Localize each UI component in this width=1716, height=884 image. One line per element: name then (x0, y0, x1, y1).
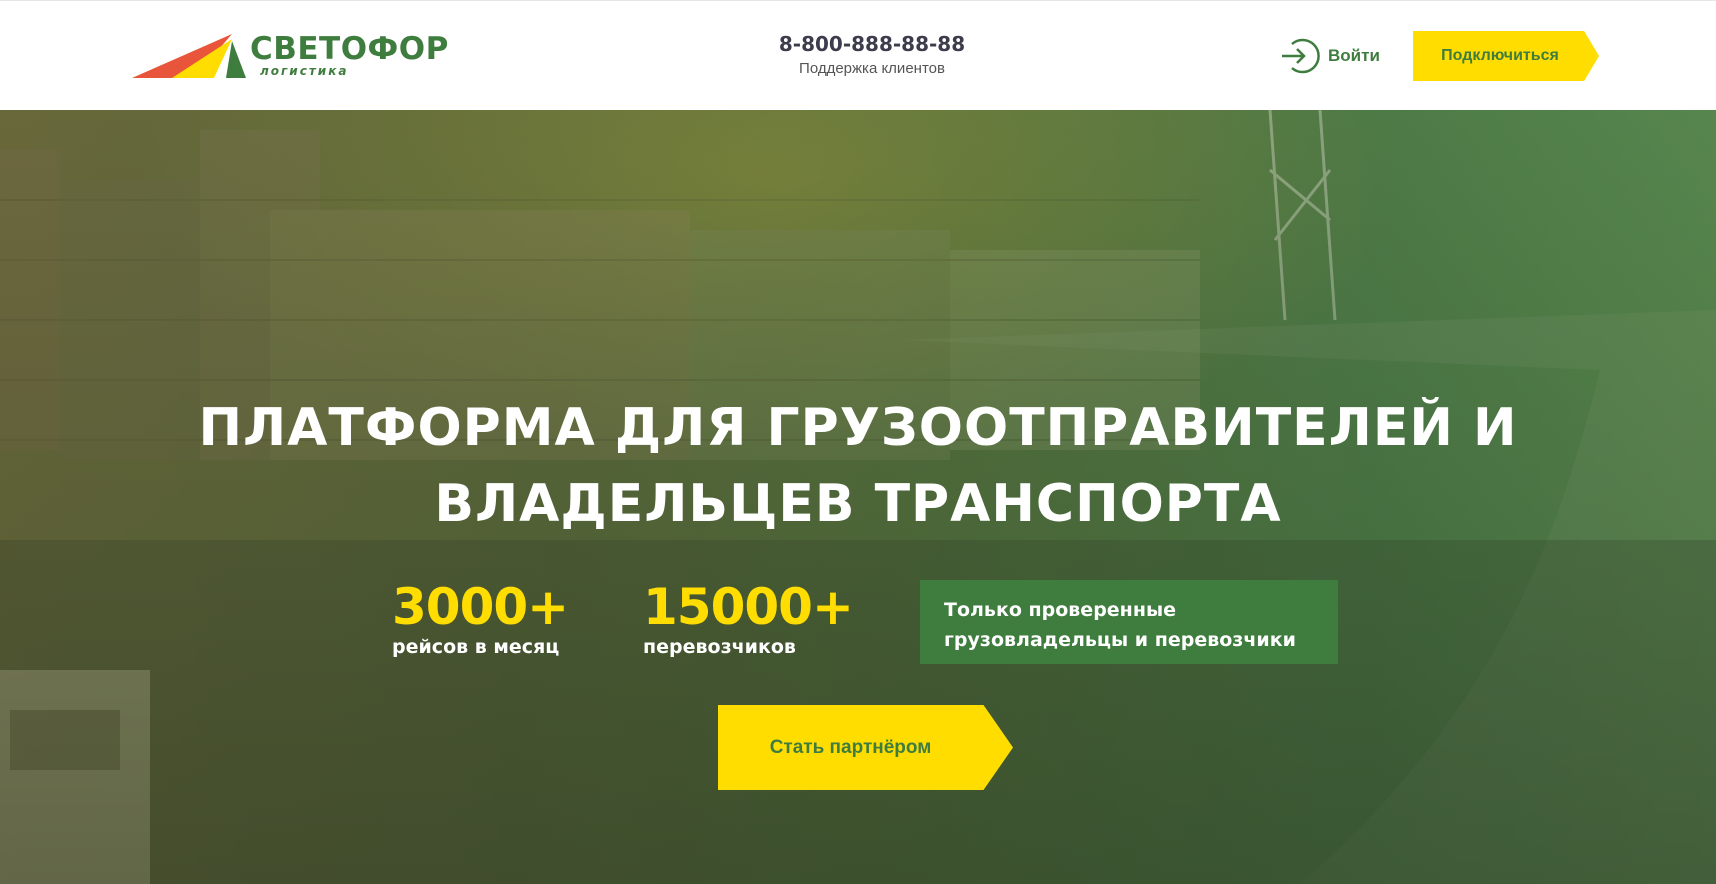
logo-subtitle: логистика (260, 64, 349, 78)
logo[interactable]: СВЕТОФОР логистика (132, 31, 472, 81)
hero-title-line-2: ВЛАДЕЛЬЦЕВ ТРАНСПОРТА (434, 474, 1282, 534)
hero-title: ПЛАТФОРМА ДЛЯ ГРУЗООТПРАВИТЕЛЕЙ И ВЛАДЕЛ… (0, 390, 1716, 542)
hero-section: ПЛАТФОРМА ДЛЯ ГРУЗООТПРАВИТЕЛЕЙ И ВЛАДЕЛ… (0, 110, 1716, 884)
stat-carriers-value: 15000+ (643, 578, 854, 636)
stat-trips-label: рейсов в месяц (392, 636, 560, 658)
support-label: Поддержка клиентов (799, 60, 945, 77)
stat-carriers-label: перевозчиков (643, 636, 796, 658)
verified-line-1: Только проверенные (944, 599, 1177, 621)
login-label: Войти (1328, 46, 1380, 65)
login-arrow-icon (1282, 38, 1320, 74)
login-link[interactable]: Войти (1280, 37, 1380, 75)
become-partner-button[interactable]: Стать партнёром (718, 705, 1013, 790)
stat-carriers: 15000+ перевозчиков (643, 578, 854, 658)
site-header: СВЕТОФОР логистика 8-800-888-88-88 Подде… (0, 0, 1716, 110)
stat-trips: 3000+ рейсов в месяц (392, 578, 569, 658)
contact-block: 8-800-888-88-88 Поддержка клиентов (700, 31, 1044, 77)
phone-link[interactable]: 8-800-888-88-88 (700, 31, 1044, 57)
connect-button[interactable]: Подключиться (1413, 31, 1599, 81)
verified-line-2: грузовладельцы и перевозчики (944, 629, 1296, 651)
verified-badge: Только проверенные грузовладельцы и пере… (920, 580, 1338, 664)
logo-name: СВЕТОФОР (250, 31, 449, 67)
stat-trips-value: 3000+ (392, 578, 569, 636)
logo-mark-icon (132, 34, 246, 78)
hero-title-line-1: ПЛАТФОРМА ДЛЯ ГРУЗООТПРАВИТЕЛЕЙ И (198, 398, 1518, 458)
